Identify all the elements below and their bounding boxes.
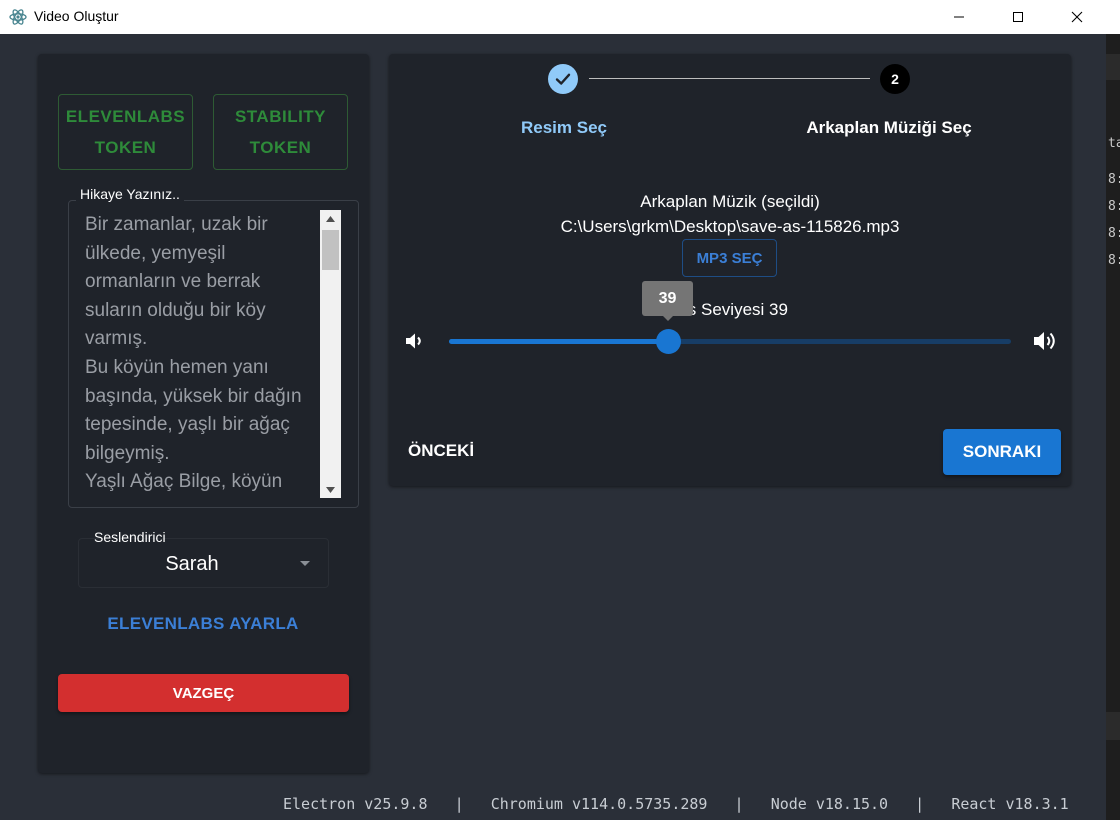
maximize-icon <box>1013 12 1023 22</box>
select-mp3-button[interactable]: MP3 SEÇ <box>682 239 777 277</box>
edge-text: ta <box>1108 136 1120 151</box>
music-file-path: C:\Users\grkm\Desktop\save-as-115826.mp3 <box>560 217 900 236</box>
step-1-label: Resim Seç <box>521 118 607 137</box>
edge-header <box>1106 54 1120 80</box>
edge-text: 8: <box>1108 172 1120 187</box>
elevenlabs-token-button[interactable]: ELEVENLABS TOKEN <box>58 94 193 170</box>
volume-down-icon <box>406 333 421 349</box>
story-scrollbar[interactable] <box>320 210 341 498</box>
edge-footer <box>1106 712 1120 740</box>
right-panel: 2 Resim Seç Arkaplan Müziği Seç Arkaplan… <box>389 54 1071 486</box>
node-version: Node v18.15.0 <box>770 795 889 813</box>
check-icon <box>555 73 571 85</box>
scroll-up-arrow-icon[interactable] <box>320 210 341 227</box>
close-icon <box>1071 11 1083 23</box>
window-title: Video Oluştur <box>34 8 119 24</box>
volume-tooltip: 39 <box>642 281 693 321</box>
left-panel: ELEVENLABS TOKEN STABILITY TOKEN Bir zam… <box>38 54 369 773</box>
cancel-button[interactable]: VAZGEÇ <box>58 674 349 712</box>
maximize-button[interactable] <box>989 0 1047 34</box>
electron-version: Electron v25.9.8 <box>283 795 428 813</box>
background-window-edge: ta 8: 8: 8: 8: <box>1106 34 1120 820</box>
story-label: Hikaye Yazınız.. <box>76 186 184 202</box>
step-2-label: Arkaplan Müziği Seç <box>806 118 972 137</box>
stepper-connector <box>589 78 870 79</box>
title-bar: Video Oluştur <box>0 0 1120 34</box>
volume-slider-fill <box>449 339 669 344</box>
scroll-down-arrow-icon[interactable] <box>320 481 341 498</box>
react-version: React v18.3.1 <box>951 795 1069 813</box>
volume-slider-thumb[interactable] <box>656 329 682 354</box>
edge-text: 8: <box>1108 226 1120 241</box>
edge-text: 8: <box>1108 253 1120 268</box>
step-2-number[interactable]: 2 <box>880 64 910 94</box>
voice-label: Seslendirici <box>94 529 166 545</box>
edge-text: 8: <box>1108 199 1120 214</box>
volume-slider[interactable] <box>449 329 1011 354</box>
voice-select[interactable]: Sarah <box>78 538 329 588</box>
minimize-icon <box>954 16 964 18</box>
step-1-complete[interactable] <box>548 64 578 94</box>
voice-select-value: Sarah <box>165 553 219 575</box>
music-title: Arkaplan Müzik (seçildi) <box>640 192 820 211</box>
volume-up-icon <box>1034 332 1055 350</box>
electron-app-icon <box>9 9 27 25</box>
chromium-version: Chromium v114.0.5735.289 <box>490 795 708 813</box>
dropdown-arrow-icon <box>300 561 310 566</box>
elevenlabs-settings-button[interactable]: ELEVENLABS AYARLA <box>58 614 348 634</box>
next-button[interactable]: SONRAKI <box>943 429 1061 475</box>
minimize-button[interactable] <box>930 0 988 34</box>
close-button[interactable] <box>1048 0 1106 34</box>
story-text[interactable]: Bir zamanlar, uzak bir ülkede, yemyeşil … <box>85 211 320 495</box>
story-textarea[interactable]: Bir zamanlar, uzak bir ülkede, yemyeşil … <box>68 200 359 508</box>
scrollbar-thumb[interactable] <box>322 230 339 270</box>
previous-button[interactable]: ÖNCEKİ <box>408 441 474 461</box>
stability-token-button[interactable]: STABILITY TOKEN <box>213 94 348 170</box>
version-footer: Electron v25.9.8 | Chromium v114.0.5735.… <box>283 795 1069 813</box>
